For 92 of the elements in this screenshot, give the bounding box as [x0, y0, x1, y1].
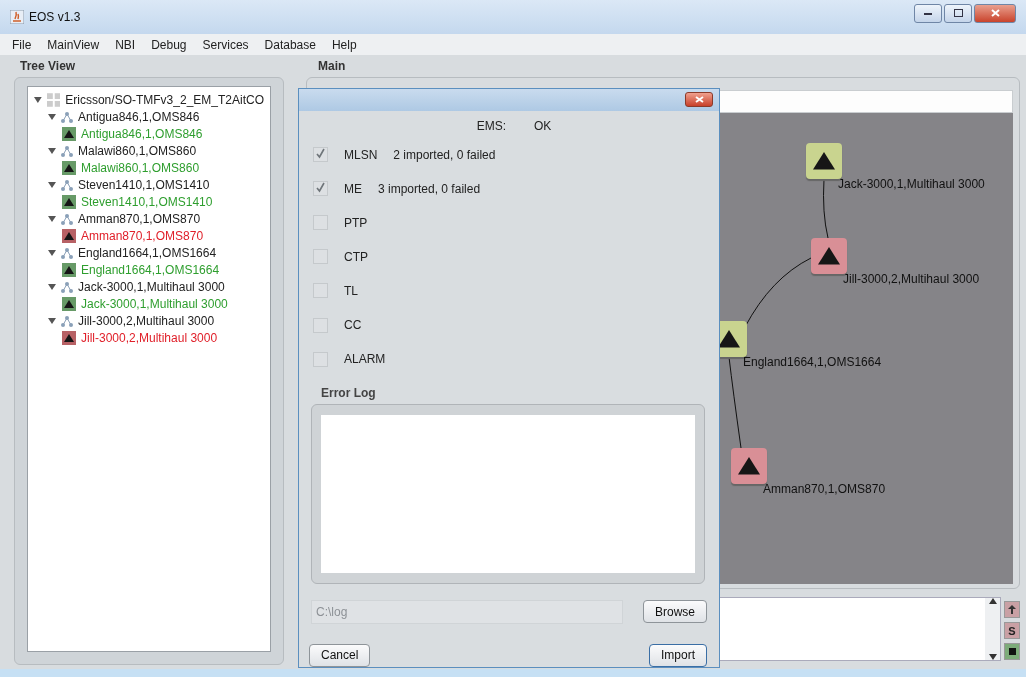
checkbox-label: MLSN: [344, 147, 378, 162]
connector-line: [823, 178, 829, 239]
tree-item[interactable]: England1664,1,OMS1664: [81, 262, 220, 277]
network-element-node[interactable]: [731, 448, 767, 484]
triangle-icon: [818, 247, 840, 265]
tree-item[interactable]: Amman870,1,OMS870: [81, 228, 204, 243]
tree-item[interactable]: Antigua846,1,OMS846: [78, 109, 200, 124]
checkbox-label: CTP: [344, 249, 368, 264]
node-label: Jill-3000,2,Multihaul 3000: [843, 272, 980, 286]
checkbox[interactable]: [313, 283, 328, 299]
checkbox[interactable]: [313, 317, 328, 333]
tree-item[interactable]: Steven1410,1,OMS1410: [78, 177, 210, 192]
scroll-bar[interactable]: [985, 598, 1000, 660]
node-label: Jack-3000,1,Multihaul 3000: [838, 177, 985, 191]
expand-arrow-icon[interactable]: [48, 214, 56, 223]
tree-item[interactable]: Malawi860,1,OMS860: [78, 143, 197, 158]
network-icon: [61, 246, 73, 259]
check-icon: [315, 182, 326, 194]
checkbox[interactable]: [313, 147, 328, 163]
expand-arrow-icon[interactable]: [34, 95, 42, 104]
menu-item[interactable]: NBI: [107, 37, 144, 52]
close-button[interactable]: [685, 92, 713, 107]
menu-item[interactable]: File: [4, 37, 40, 52]
import-result: 3 imported, 0 failed: [378, 181, 481, 196]
section-title: Error Log: [320, 385, 377, 403]
minimize-button[interactable]: [914, 3, 942, 23]
checkbox-label: CC: [344, 318, 362, 332]
console-button[interactable]: S: [1004, 622, 1020, 639]
ems-label: EMS:: [476, 119, 506, 134]
checkbox-label: TL: [344, 283, 358, 298]
browse-button[interactable]: Browse: [643, 600, 707, 624]
tree-item[interactable]: Steven1410,1,OMS1410: [81, 194, 213, 209]
expand-arrow-icon[interactable]: [48, 146, 56, 155]
up-arrow-icon: [1008, 605, 1016, 614]
close-button[interactable]: [974, 3, 1016, 23]
stop-button[interactable]: [1004, 643, 1020, 660]
tree-item[interactable]: Jill-3000,2,Multihaul 3000: [81, 330, 218, 345]
app-icon: [10, 10, 24, 24]
network-icon: [61, 280, 73, 293]
panel-title: Tree View: [19, 58, 77, 75]
checkbox[interactable]: [313, 215, 328, 231]
network-icon: [61, 178, 73, 191]
tree-item[interactable]: Antigua846,1,OMS846: [81, 126, 203, 141]
minimize-icon: [924, 11, 932, 15]
menu-item[interactable]: MainView: [39, 37, 108, 52]
checkbox-label: PTP: [344, 215, 368, 230]
up-arrow-button[interactable]: [1004, 601, 1020, 618]
network-element-node[interactable]: [806, 143, 842, 179]
expand-arrow-icon[interactable]: [48, 248, 56, 257]
checkbox[interactable]: [313, 249, 328, 265]
expand-arrow-icon[interactable]: [48, 316, 56, 325]
expand-arrow-icon[interactable]: [48, 180, 56, 189]
maximize-icon: [953, 9, 963, 17]
stop-icon: [1008, 648, 1016, 655]
expand-arrow-icon[interactable]: [48, 112, 56, 121]
close-icon: [990, 9, 1000, 17]
menu-item[interactable]: Debug: [143, 37, 195, 52]
tree-item[interactable]: Malawi860,1,OMS860: [81, 160, 200, 175]
network-icon: [61, 212, 73, 225]
check-icon: [315, 148, 326, 160]
panel-title: Main: [317, 58, 347, 75]
maximize-button[interactable]: [944, 3, 972, 23]
menu-item[interactable]: Database: [256, 37, 324, 52]
tree-item[interactable]: Amman870,1,OMS870: [78, 211, 201, 226]
window-title: EOS v1.3: [29, 10, 81, 24]
checkbox-label: ME: [344, 181, 362, 196]
checkbox[interactable]: [313, 351, 328, 367]
ems-status: OK: [534, 119, 552, 134]
tree-item[interactable]: England1664,1,OMS1664: [78, 245, 217, 260]
tree-item[interactable]: Jill-3000,2,Multihaul 3000: [78, 313, 215, 328]
network-icon: [61, 144, 73, 157]
tree-item[interactable]: Ericsson/SO-TMFv3_2_EM_T2AitCO: [65, 92, 264, 107]
menu-item[interactable]: Help: [323, 37, 365, 52]
triangle-icon: [738, 457, 760, 475]
node-label: Amman870,1,OMS870: [763, 482, 886, 496]
expand-arrow-icon[interactable]: [48, 282, 56, 291]
close-icon: [694, 96, 704, 103]
network-icon: [61, 314, 73, 327]
tree-item[interactable]: Jack-3000,1,Multihaul 3000: [81, 296, 228, 311]
triangle-icon: [813, 152, 835, 170]
network-icon: [61, 110, 73, 123]
checkbox[interactable]: [313, 181, 328, 197]
grid-icon: [46, 92, 61, 107]
cancel-button[interactable]: Cancel: [309, 643, 371, 667]
checkbox-label: ALARM: [344, 352, 386, 367]
network-element-node[interactable]: [811, 238, 847, 274]
import-result: 2 imported, 0 failed: [393, 147, 496, 162]
triangle-icon: [718, 330, 740, 348]
node-label: England1664,1,OMS1664: [743, 355, 882, 369]
import-button[interactable]: Import: [649, 643, 707, 667]
menu-item[interactable]: Services: [194, 37, 257, 52]
tree-item[interactable]: Jack-3000,1,Multihaul 3000: [78, 279, 225, 294]
